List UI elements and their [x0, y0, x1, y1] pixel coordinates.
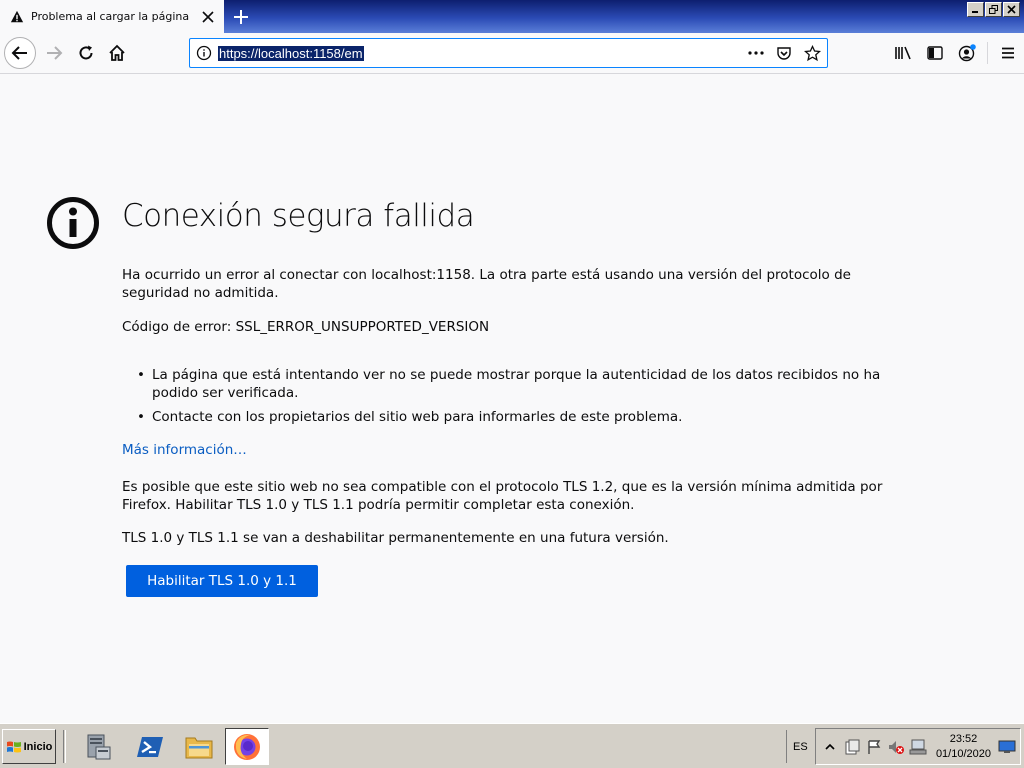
reload-icon	[79, 45, 93, 60]
warning-icon	[10, 10, 24, 22]
home-icon	[109, 44, 125, 61]
library-button[interactable]	[887, 37, 919, 69]
forward-button[interactable]	[38, 37, 70, 69]
bookmark-star-icon[interactable]	[803, 44, 821, 62]
clipboard-icon[interactable]	[842, 737, 862, 757]
hamburger-menu-icon	[1002, 47, 1014, 59]
server-manager-icon	[87, 734, 111, 759]
taskbar: Inicio ES 23:52 01/10/2020	[0, 723, 1024, 768]
arrow-right-icon	[47, 46, 63, 60]
firefox-icon	[234, 733, 260, 760]
account-icon	[958, 44, 976, 62]
close-tab-icon[interactable]	[196, 5, 220, 29]
volume-muted-icon[interactable]	[886, 737, 906, 757]
minimize-button[interactable]	[967, 2, 984, 17]
taskbar-grip	[63, 730, 66, 763]
toolbar-right	[887, 37, 1024, 69]
menu-button[interactable]	[992, 37, 1024, 69]
navigation-toolbar: https://localhost:1158/em	[0, 33, 1024, 74]
active-tab[interactable]: Problema al cargar la página	[0, 0, 224, 33]
sidebar-icon	[927, 46, 943, 60]
enable-tls-button[interactable]: Habilitar TLS 1.0 y 1.1	[126, 565, 318, 597]
restore-icon	[989, 5, 998, 14]
network-icon[interactable]	[908, 737, 928, 757]
language-indicator[interactable]: ES	[786, 730, 808, 763]
account-button[interactable]	[951, 37, 983, 69]
tab-title: Problema al cargar la página	[31, 10, 190, 23]
tls-note: Es posible que este sitio web no sea com…	[122, 479, 883, 513]
show-desktop-icon[interactable]	[997, 737, 1017, 757]
plus-icon	[234, 10, 248, 24]
page-title: Conexión segura fallida	[122, 198, 475, 234]
minimize-icon	[972, 11, 978, 13]
home-button[interactable]	[101, 37, 133, 69]
url-text[interactable]: https://localhost:1158/em	[218, 45, 364, 61]
start-button[interactable]: Inicio	[2, 729, 56, 764]
powershell-button[interactable]	[128, 728, 172, 765]
page-actions-icon[interactable]	[747, 44, 765, 62]
restore-button[interactable]	[985, 2, 1002, 17]
library-icon	[895, 46, 911, 60]
error-description: Ha ocurrido un error al conectar con loc…	[122, 267, 851, 301]
site-info-icon[interactable]	[190, 45, 218, 61]
firefox-taskbar-button[interactable]	[225, 728, 269, 765]
reload-button[interactable]	[70, 37, 102, 69]
windows-logo-icon	[6, 741, 21, 752]
window-controls	[967, 2, 1020, 17]
sidebar-button[interactable]	[919, 37, 951, 69]
reasons-list: La página que está intentando ver no se …	[122, 366, 912, 432]
error-code: Código de error: SSL_ERROR_UNSUPPORTED_V…	[122, 319, 490, 335]
info-icon	[47, 197, 99, 249]
show-hidden-icons-icon[interactable]	[820, 737, 840, 757]
pocket-icon[interactable]	[775, 44, 793, 62]
close-icon	[1007, 5, 1016, 14]
error-page: Conexión segura fallida Ha ocurrido un e…	[0, 74, 1024, 723]
server-manager-button[interactable]	[76, 728, 120, 765]
title-bar: Problema al cargar la página	[0, 0, 1024, 33]
file-explorer-icon	[185, 737, 213, 758]
powershell-icon	[137, 736, 163, 757]
new-tab-button[interactable]	[228, 4, 254, 30]
toolbar-separator	[987, 42, 988, 64]
close-window-button[interactable]	[1003, 2, 1020, 17]
clock[interactable]: 23:52 01/10/2020	[936, 732, 991, 762]
back-button[interactable]	[4, 37, 36, 69]
action-center-flag-icon[interactable]	[864, 737, 884, 757]
clock-date: 01/10/2020	[935, 747, 991, 760]
list-item: La página que está intentando ver no se …	[122, 366, 912, 402]
clock-time: 23:52	[949, 732, 978, 745]
system-tray: 23:52 01/10/2020	[815, 728, 1021, 765]
start-label: Inicio	[23, 740, 53, 753]
list-item: Contacte con los propietarios del sitio …	[122, 408, 912, 426]
file-explorer-button[interactable]	[177, 728, 221, 765]
arrow-left-icon	[11, 46, 27, 60]
learn-more-link[interactable]: Más información…	[122, 442, 247, 458]
url-bar[interactable]: https://localhost:1158/em	[189, 38, 828, 68]
tls-deprecation-note: TLS 1.0 y TLS 1.1 se van a deshabilitar …	[122, 530, 669, 546]
